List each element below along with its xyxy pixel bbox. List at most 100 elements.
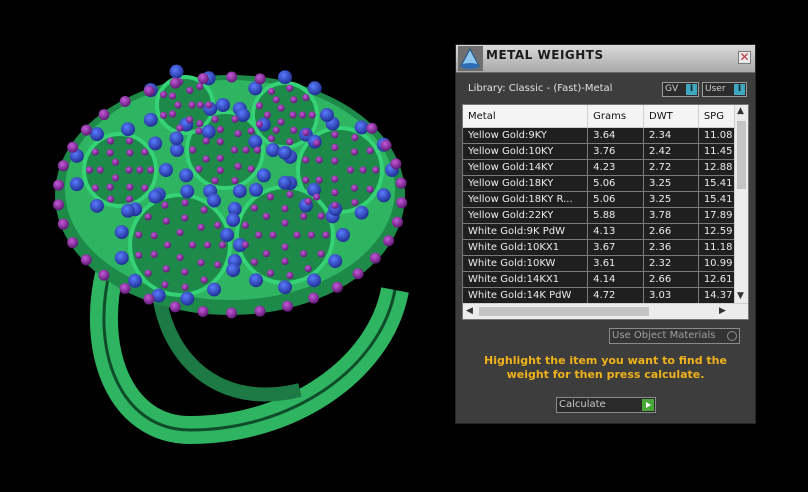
table-row[interactable]: White Gold:14K PdW 4.72 3.03 14.37: [463, 287, 748, 304]
column-header-metal[interactable]: Metal: [463, 105, 589, 128]
table-row[interactable]: Yellow Gold:9KY 3.64 2.34 11.08: [463, 127, 748, 144]
horizontal-scrollbar[interactable]: ◀ ▶: [463, 303, 748, 319]
play-icon[interactable]: [642, 399, 654, 411]
pave-bead: [162, 265, 170, 273]
column-header-dwt[interactable]: DWT: [643, 105, 699, 128]
pave-bead: [359, 166, 367, 174]
cell-dwt: 2.66: [643, 223, 699, 240]
pave-bead: [289, 111, 297, 119]
pave-bead: [106, 195, 115, 203]
pave-bead: [263, 111, 271, 119]
table-row[interactable]: White Gold:10KX1 3.67 2.36 11.18: [463, 239, 748, 256]
table-row[interactable]: Yellow Gold:14KY 4.23 2.72 12.88: [463, 159, 748, 176]
user-toggle-label: User: [705, 84, 726, 94]
pave-bead: [231, 115, 239, 123]
blue-gemstone: [278, 175, 292, 190]
pave-bead: [159, 91, 168, 99]
pave-bead: [331, 175, 339, 183]
pave-bead: [119, 282, 131, 294]
pave-bead: [315, 176, 323, 184]
pave-bead: [266, 269, 275, 277]
title-bar[interactable]: METAL WEIGHTS ✕: [456, 45, 755, 73]
pave-bead: [188, 101, 196, 109]
scroll-right-icon[interactable]: ▶: [719, 306, 726, 316]
horizontal-scroll-thumb[interactable]: [479, 307, 649, 316]
pave-bead: [197, 306, 209, 318]
pave-bead: [202, 155, 210, 163]
use-object-materials-option[interactable]: Use Object Materials: [609, 328, 740, 344]
pave-bead: [144, 269, 152, 277]
cell-dwt: 2.32: [643, 255, 699, 272]
pave-bead: [200, 276, 208, 284]
pave-bead: [211, 177, 219, 185]
blue-gemstone: [148, 136, 163, 151]
pave-bead: [304, 197, 312, 206]
metal-weights-table[interactable]: Metal Grams DWT SPG Yellow Gold:9KY 3.64 2…: [462, 104, 749, 320]
scroll-up-icon[interactable]: ▲: [737, 106, 744, 116]
pave-bead: [262, 212, 270, 220]
blue-gemstone: [328, 254, 343, 269]
window-title: METAL WEIGHTS: [486, 48, 604, 62]
pave-bead: [125, 195, 134, 203]
user-toggle[interactable]: User I: [702, 82, 747, 97]
pave-bead: [150, 231, 158, 240]
calculate-button[interactable]: Calculate: [556, 397, 656, 413]
pave-bead: [266, 193, 275, 201]
blue-gemstone: [307, 273, 321, 288]
vertical-scrollbar[interactable]: ▲ ▼: [734, 105, 748, 305]
pave-bead: [125, 166, 133, 174]
3d-viewport-ring-render[interactable]: [0, 0, 450, 492]
pave-bead: [293, 231, 301, 239]
pave-bead: [272, 96, 280, 104]
table-row[interactable]: Yellow Gold:18KY R... 5.06 3.25 15.41: [463, 191, 748, 208]
blue-gemstone: [180, 184, 195, 199]
pave-bead: [277, 118, 285, 126]
table-row[interactable]: Yellow Gold:18KY 5.06 3.25 15.41: [463, 175, 748, 192]
pave-bead: [253, 146, 261, 154]
pave-bead: [391, 216, 403, 228]
gv-toggle[interactable]: GV I: [662, 82, 699, 97]
cell-dwt: 3.78: [643, 207, 699, 224]
pave-bead: [162, 217, 170, 225]
vertical-scroll-thumb[interactable]: [737, 121, 746, 189]
blue-gemstone: [232, 184, 247, 199]
cell-metal: Yellow Gold:18KY: [463, 175, 589, 192]
table-row[interactable]: Yellow Gold:22KY 5.88 3.78 17.89: [463, 207, 748, 224]
pave-bead: [331, 157, 339, 165]
radio-icon[interactable]: [727, 331, 737, 341]
pave-bead: [169, 301, 181, 313]
column-header-grams[interactable]: Grams: [587, 105, 644, 128]
table-row[interactable]: White Gold:9K PdW 4.13 2.66 12.59: [463, 223, 748, 240]
use-object-materials-label: Use Object Materials: [612, 330, 716, 341]
cell-metal: White Gold:9K PdW: [463, 223, 589, 240]
pave-bead: [169, 77, 181, 89]
pave-bead: [286, 84, 294, 92]
close-button[interactable]: ✕: [738, 51, 751, 64]
pave-bead: [106, 137, 115, 145]
pave-bead: [281, 257, 289, 265]
pave-bead: [67, 237, 79, 249]
pave-bead: [281, 243, 289, 251]
pave-bead: [57, 218, 69, 230]
pave-bead: [286, 190, 294, 199]
pave-bead: [331, 201, 339, 209]
table-row[interactable]: White Gold:10KW 3.61 2.32 10.99: [463, 255, 748, 272]
pave-bead: [168, 92, 177, 100]
pave-bead: [196, 120, 204, 128]
pave-bead: [254, 73, 266, 85]
table-row[interactable]: White Gold:14KX1 4.14 2.66 12.61: [463, 271, 748, 288]
pave-bead: [186, 86, 194, 94]
pave-bead: [255, 231, 263, 239]
cell-metal: Yellow Gold:18KY R...: [463, 191, 589, 208]
pave-bead: [161, 201, 169, 209]
pave-bead: [262, 250, 270, 258]
pave-bead: [53, 199, 65, 211]
pave-bead: [302, 176, 310, 184]
pave-bead: [214, 221, 222, 229]
pave-bead: [254, 305, 266, 317]
table-row[interactable]: Yellow Gold:10KY 3.76 2.42 11.45: [463, 143, 748, 160]
scroll-down-icon[interactable]: ▼: [737, 291, 744, 301]
pave-bead: [195, 127, 203, 135]
pave-bead: [267, 134, 275, 143]
scroll-left-icon[interactable]: ◀: [466, 306, 473, 316]
